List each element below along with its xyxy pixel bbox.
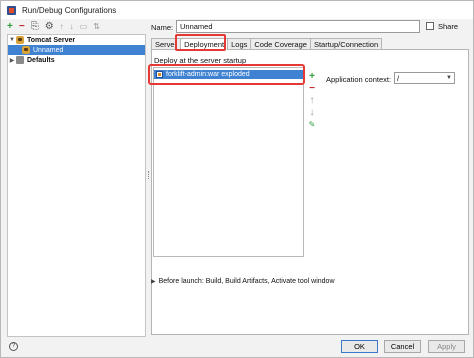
help-icon[interactable]: ? bbox=[9, 342, 18, 351]
tree-item-unnamed[interactable]: Unnamed bbox=[8, 45, 145, 55]
remove-config-icon[interactable]: − bbox=[19, 22, 25, 32]
chevron-down-icon[interactable]: ▼ bbox=[8, 37, 16, 43]
tree-item-defaults[interactable]: ▶ Defaults bbox=[8, 55, 145, 65]
move-up-icon[interactable]: ↑ bbox=[310, 95, 315, 107]
deploy-side-toolbar: + − ↑ ↓ ✎ bbox=[306, 71, 318, 131]
expand-triangle-icon[interactable]: ▶ bbox=[151, 278, 156, 285]
config-tree[interactable]: ▼ Tomcat Server Unnamed ▶ Defaults bbox=[7, 34, 146, 337]
tree-item-label: Tomcat Server bbox=[27, 36, 76, 44]
window-title: Run/Debug Configurations bbox=[22, 5, 117, 15]
apply-button[interactable]: Apply bbox=[428, 340, 465, 353]
app-context-label: Application context: bbox=[326, 75, 392, 84]
move-down-icon[interactable]: ↓ bbox=[70, 22, 74, 32]
before-launch-section[interactable]: ▶ Before launch: Build, Build Artifacts,… bbox=[151, 278, 335, 285]
ok-button[interactable]: OK bbox=[341, 340, 378, 353]
tree-item-tomcat-server[interactable]: ▼ Tomcat Server bbox=[8, 35, 145, 45]
intellij-app-icon bbox=[7, 5, 16, 15]
run-debug-dialog: Run/Debug Configurations + − ⎘ ⚙ ↑ ↓ ▭ ⇅… bbox=[0, 0, 474, 358]
config-toolbar: + − ⎘ ⚙ ↑ ↓ ▭ ⇅ bbox=[7, 21, 147, 33]
move-down-icon[interactable]: ↓ bbox=[310, 107, 315, 119]
settings-icon[interactable]: ⚙ bbox=[45, 22, 54, 32]
cancel-button[interactable]: Cancel bbox=[384, 340, 421, 353]
sort-icon[interactable]: ⇅ bbox=[93, 22, 100, 32]
chevron-down-icon[interactable]: ▼ bbox=[446, 75, 452, 81]
tomcat-icon bbox=[16, 36, 24, 44]
name-label: Name: bbox=[151, 23, 174, 32]
tomcat-icon bbox=[22, 46, 30, 54]
remove-artifact-icon[interactable]: − bbox=[309, 83, 315, 95]
tree-item-label: Unnamed bbox=[33, 46, 64, 54]
deployment-tab-highlight bbox=[175, 34, 226, 51]
deploy-artifact-list[interactable] bbox=[153, 67, 304, 257]
panel-splitter[interactable] bbox=[148, 171, 150, 179]
share-checkbox[interactable] bbox=[426, 22, 434, 30]
before-launch-label: Before launch: Build, Build Artifacts, A… bbox=[158, 278, 335, 285]
title-bar: Run/Debug Configurations bbox=[1, 1, 473, 19]
share-label: Share bbox=[438, 22, 459, 31]
defaults-icon bbox=[16, 56, 24, 64]
artifact-highlight bbox=[148, 64, 305, 85]
folder-icon[interactable]: ▭ bbox=[80, 22, 88, 32]
chevron-right-icon[interactable]: ▶ bbox=[8, 57, 16, 64]
copy-config-icon[interactable]: ⎘ bbox=[31, 22, 39, 32]
edit-icon[interactable]: ✎ bbox=[309, 119, 316, 131]
add-artifact-icon[interactable]: + bbox=[309, 71, 315, 83]
add-config-icon[interactable]: + bbox=[7, 22, 13, 32]
name-input[interactable] bbox=[176, 20, 420, 33]
move-up-icon[interactable]: ↑ bbox=[60, 22, 64, 32]
tree-item-label: Defaults bbox=[27, 56, 55, 64]
